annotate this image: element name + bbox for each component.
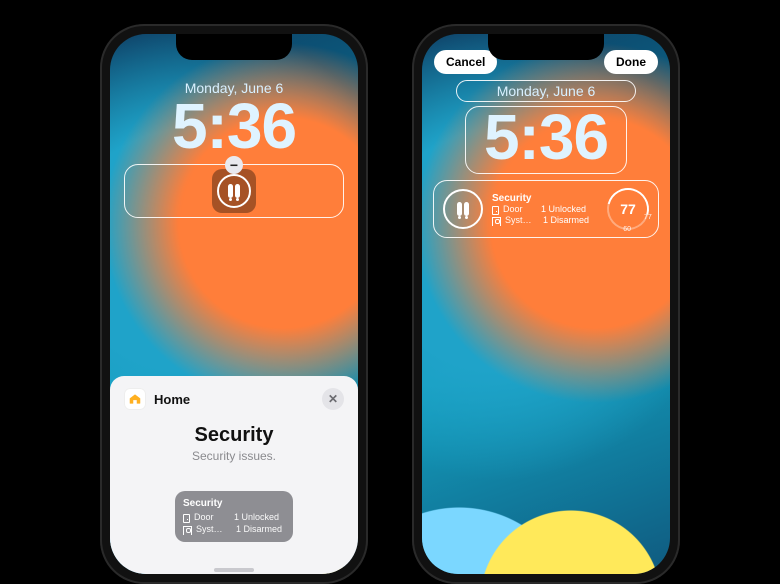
door-icon [492,206,499,215]
phone-left: Monday, June 6 5:36 − Ho [100,24,368,584]
airpods-icon [443,189,483,229]
temperature-current: 77 [609,190,647,228]
notch [176,34,292,60]
security-widget-preview[interactable]: Security Door 1 Unlocked Syst… 1 Disarme… [175,491,293,542]
lockscreen-date: Monday, June 6 [497,83,596,99]
security-row: Syst… 1 Disarmed [183,523,285,535]
temperature-gauge-icon: 77 60 77 [599,180,656,237]
time-edit-box[interactable]: 5:36 [465,106,627,174]
sheet-subtitle: Security issues. [124,449,344,463]
lockscreen-time: 5:36 [484,105,608,169]
airpods-icon [217,174,251,208]
notch [488,34,604,60]
cancel-button[interactable]: Cancel [434,50,497,74]
widget-row[interactable]: Security Door 1 Unlocked Syst… 1 Disarme… [433,180,659,238]
door-icon [183,514,190,523]
system-icon [183,526,192,535]
temperature-high: 77 [644,214,652,221]
airpods-widget[interactable] [440,186,486,232]
screen: Cancel Done Monday, June 6 5:36 S [422,34,670,574]
sheet-app-name: Home [154,392,190,407]
home-app-icon [124,388,146,410]
security-widget-title: Security [492,193,598,204]
security-widget-title: Security [183,498,285,510]
screen: Monday, June 6 5:36 − Ho [110,34,358,574]
sheet-grabber[interactable] [214,568,254,572]
weather-widget[interactable]: 77 60 77 [604,185,652,233]
remove-widget-button[interactable]: − [225,156,243,174]
close-sheet-button[interactable]: ✕ [322,388,344,410]
system-icon [492,217,501,226]
widget-picker-sheet: Home ✕ Security Security issues. Securit… [110,376,358,574]
done-button[interactable]: Done [604,50,658,74]
airpods-widget[interactable] [212,169,256,213]
date-edit-box[interactable]: Monday, June 6 [456,80,637,102]
temperature-low: 60 [623,226,631,233]
security-widget[interactable]: Security Door 1 Unlocked Syst… 1 Disarme… [492,193,598,226]
phone-right: Cancel Done Monday, June 6 5:36 S [412,24,680,584]
sheet-title: Security [124,424,344,447]
widget-slot[interactable]: − [124,164,344,218]
lockscreen-time: 5:36 [172,94,296,158]
security-row: Door 1 Unlocked [183,511,285,523]
